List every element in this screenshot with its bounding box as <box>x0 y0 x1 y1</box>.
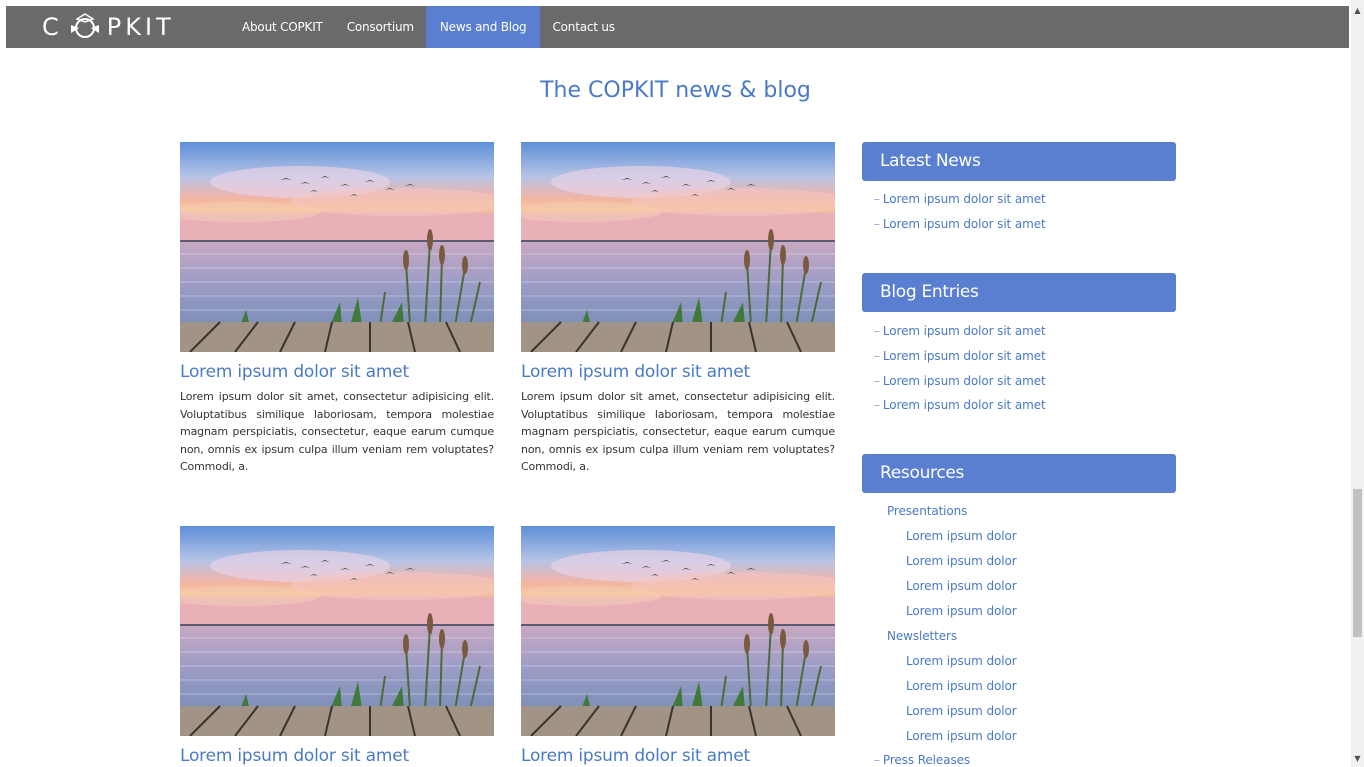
press-releases-label: Press Releases <box>882 753 971 767</box>
press-releases-link[interactable]: – Press Releases <box>874 753 970 767</box>
latest-news-heading: Latest News <box>862 142 1176 181</box>
shield-logo-icon <box>70 13 99 38</box>
newsletter-item[interactable]: Lorem ipsum dolor <box>906 729 1017 743</box>
blog-post-card: Lorem ipsum dolor sit amet Lorem ipsum d… <box>180 142 494 476</box>
presentations-link[interactable]: Presentations <box>887 504 967 518</box>
newsletter-item[interactable]: Lorem ipsum dolor <box>906 704 1017 718</box>
blog-post-card: Lorem ipsum dolor sit amet <box>180 526 494 766</box>
nav-item-news-and-blog[interactable]: News and Blog <box>425 6 541 48</box>
dash-icon: – <box>874 324 880 338</box>
brand-logo-right: PKIT <box>106 13 175 41</box>
triangle-down-icon[interactable]: ▼ <box>1351 752 1364 766</box>
latest-news-link[interactable]: – Lorem ipsum dolor sit amet <box>874 192 1046 206</box>
nav-item-contact[interactable]: Contact us <box>540 6 626 48</box>
scrollbar-thumb[interactable] <box>1353 489 1362 637</box>
presentation-item[interactable]: Lorem ipsum dolor <box>906 604 1017 618</box>
dash-icon: – <box>874 398 880 412</box>
dash-icon: – <box>874 217 880 231</box>
post-thumbnail[interactable] <box>521 526 835 736</box>
vertical-scrollbar[interactable]: ▲ ▼ <box>1351 0 1364 767</box>
blog-entry-link[interactable]: – Lorem ipsum dolor sit amet <box>874 374 1046 388</box>
post-thumbnail[interactable] <box>180 142 494 352</box>
resources-heading: Resources <box>862 454 1176 493</box>
presentation-item[interactable]: Lorem ipsum dolor <box>906 529 1017 543</box>
page-title: The COPKIT news & blog <box>540 78 811 103</box>
latest-news-link[interactable]: – Lorem ipsum dolor sit amet <box>874 217 1046 231</box>
brand-logo[interactable]: C PKIT <box>42 13 175 41</box>
brand-logo-left: C <box>42 13 63 41</box>
presentation-item[interactable]: Lorem ipsum dolor <box>906 579 1017 593</box>
dash-icon: – <box>874 349 880 363</box>
newsletter-item[interactable]: Lorem ipsum dolor <box>906 679 1017 693</box>
nav-item-consortium[interactable]: Consortium <box>335 6 426 48</box>
post-thumbnail[interactable] <box>180 526 494 736</box>
post-thumbnail[interactable] <box>521 142 835 352</box>
blog-entry-link-label: Lorem ipsum dolor sit amet <box>882 324 1046 338</box>
triangle-up-icon[interactable]: ▲ <box>1351 4 1364 18</box>
blog-entry-link[interactable]: – Lorem ipsum dolor sit amet <box>874 324 1046 338</box>
dash-icon: – <box>874 192 880 206</box>
post-excerpt: Lorem ipsum dolor sit amet, consectetur … <box>521 390 835 473</box>
dash-icon: – <box>874 753 880 767</box>
blog-entries-heading: Blog Entries <box>862 273 1176 312</box>
latest-news-link-label: Lorem ipsum dolor sit amet <box>882 217 1046 231</box>
newsletters-link[interactable]: Newsletters <box>887 629 957 643</box>
post-excerpt: Lorem ipsum dolor sit amet, consectetur … <box>180 390 494 473</box>
main-nav: About COPKIT Consortium News and Blog Co… <box>230 6 627 48</box>
blog-entry-link-label: Lorem ipsum dolor sit amet <box>882 398 1046 412</box>
dash-icon: – <box>874 374 880 388</box>
post-title[interactable]: Lorem ipsum dolor sit amet <box>521 746 835 766</box>
blog-entry-link-label: Lorem ipsum dolor sit amet <box>882 349 1046 363</box>
post-title[interactable]: Lorem ipsum dolor sit amet <box>521 362 835 382</box>
blog-post-card: Lorem ipsum dolor sit amet Lorem ipsum d… <box>521 142 835 476</box>
blog-post-card: Lorem ipsum dolor sit amet <box>521 526 835 766</box>
top-navigation-bar: C PKIT About COPKIT Consortium News and … <box>6 6 1349 48</box>
newsletter-item[interactable]: Lorem ipsum dolor <box>906 654 1017 668</box>
blog-entry-link-label: Lorem ipsum dolor sit amet <box>882 374 1046 388</box>
blog-entry-link[interactable]: – Lorem ipsum dolor sit amet <box>874 398 1046 412</box>
post-title[interactable]: Lorem ipsum dolor sit amet <box>180 746 494 766</box>
post-title[interactable]: Lorem ipsum dolor sit amet <box>180 362 494 382</box>
presentation-item[interactable]: Lorem ipsum dolor <box>906 554 1017 568</box>
blog-entry-link[interactable]: – Lorem ipsum dolor sit amet <box>874 349 1046 363</box>
latest-news-link-label: Lorem ipsum dolor sit amet <box>882 192 1046 206</box>
nav-item-about[interactable]: About COPKIT <box>230 6 335 48</box>
